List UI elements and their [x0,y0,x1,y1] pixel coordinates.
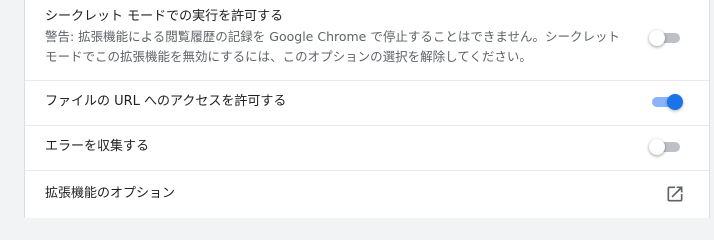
collect-errors-setting-row: エラーを収集する [25,126,709,170]
file-url-access-toggle[interactable] [649,92,683,112]
incognito-warning-line-1: 警告: 拡張機能による閲覧履歴の記録を Google Chrome で停止するこ… [45,29,620,44]
collect-errors-toggle[interactable] [649,137,683,157]
toggle-knob [667,94,683,110]
extension-options-row[interactable]: 拡張機能のオプション [25,171,709,218]
toggle-knob [649,139,665,155]
incognito-setting-row: シークレット モードでの実行を許可する 警告: 拡張機能による閲覧履歴の記録を … [25,0,709,80]
file-url-access-label: ファイルの URL へのアクセスを許可する [45,94,287,109]
incognito-toggle[interactable] [649,28,683,48]
collect-errors-label: エラーを収集する [45,139,150,154]
incognito-warning-text: 警告: 拡張機能による閲覧履歴の記録を Google Chrome で停止するこ… [45,27,645,67]
extension-options-label: 拡張機能のオプション [45,186,176,201]
incognito-warning-line-2: モードでこの拡張機能を無効にするには、このオプションの選択を解除してください。 [45,49,532,64]
open-in-new-icon[interactable] [665,184,685,204]
extension-details-card: シークレット モードでの実行を許可する 警告: 拡張機能による閲覧履歴の記録を … [24,0,710,218]
file-url-access-setting-row: ファイルの URL へのアクセスを許可する [25,81,709,125]
incognito-setting-label: シークレット モードでの実行を許可する [45,9,284,24]
toggle-knob [649,30,665,46]
